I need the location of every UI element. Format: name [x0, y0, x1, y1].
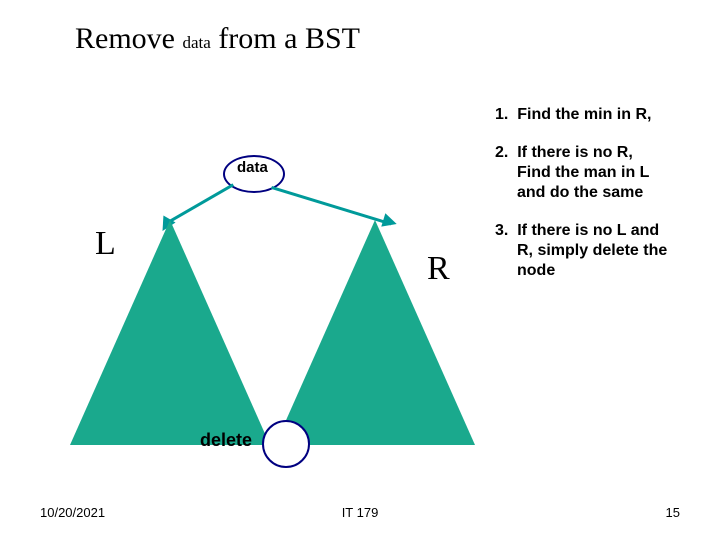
step-3: 3. If there is no L and R, simply delete…	[495, 221, 705, 281]
delete-node-circle	[262, 420, 310, 468]
delete-label: delete	[200, 430, 252, 451]
step-2-number: 2.	[495, 144, 508, 161]
step-1: 1. Find the min in R,	[495, 105, 705, 125]
step-3-line-3: node	[495, 261, 705, 281]
label-r: R	[427, 250, 450, 288]
step-1-number: 1.	[495, 106, 508, 123]
step-2-line-3: and do the same	[495, 183, 705, 203]
title-word-data: data	[182, 33, 210, 52]
step-3-line-1: If there is no L and	[517, 222, 659, 239]
footer-course: IT 179	[0, 505, 720, 520]
title-word-suffix: from a BST	[218, 22, 360, 55]
step-2-line-1: If there is no R,	[517, 144, 633, 161]
steps-list: 1. Find the min in R, 2. If there is no …	[495, 105, 705, 299]
footer-page-number: 15	[666, 505, 680, 520]
slide-title: Remove data from a BST	[75, 22, 360, 56]
data-node-label: data	[237, 159, 268, 176]
title-word-remove: Remove	[75, 22, 175, 55]
step-3-line-2: R, simply delete the	[495, 241, 705, 261]
step-3-number: 3.	[495, 222, 508, 239]
label-l: L	[95, 225, 116, 263]
slide: Remove data from a BST 1. Find the min i…	[0, 0, 720, 540]
step-1-text: Find the min in R,	[517, 106, 651, 123]
step-2-line-2: Find the man in L	[495, 163, 705, 183]
step-2: 2. If there is no R, Find the man in L a…	[495, 143, 705, 203]
